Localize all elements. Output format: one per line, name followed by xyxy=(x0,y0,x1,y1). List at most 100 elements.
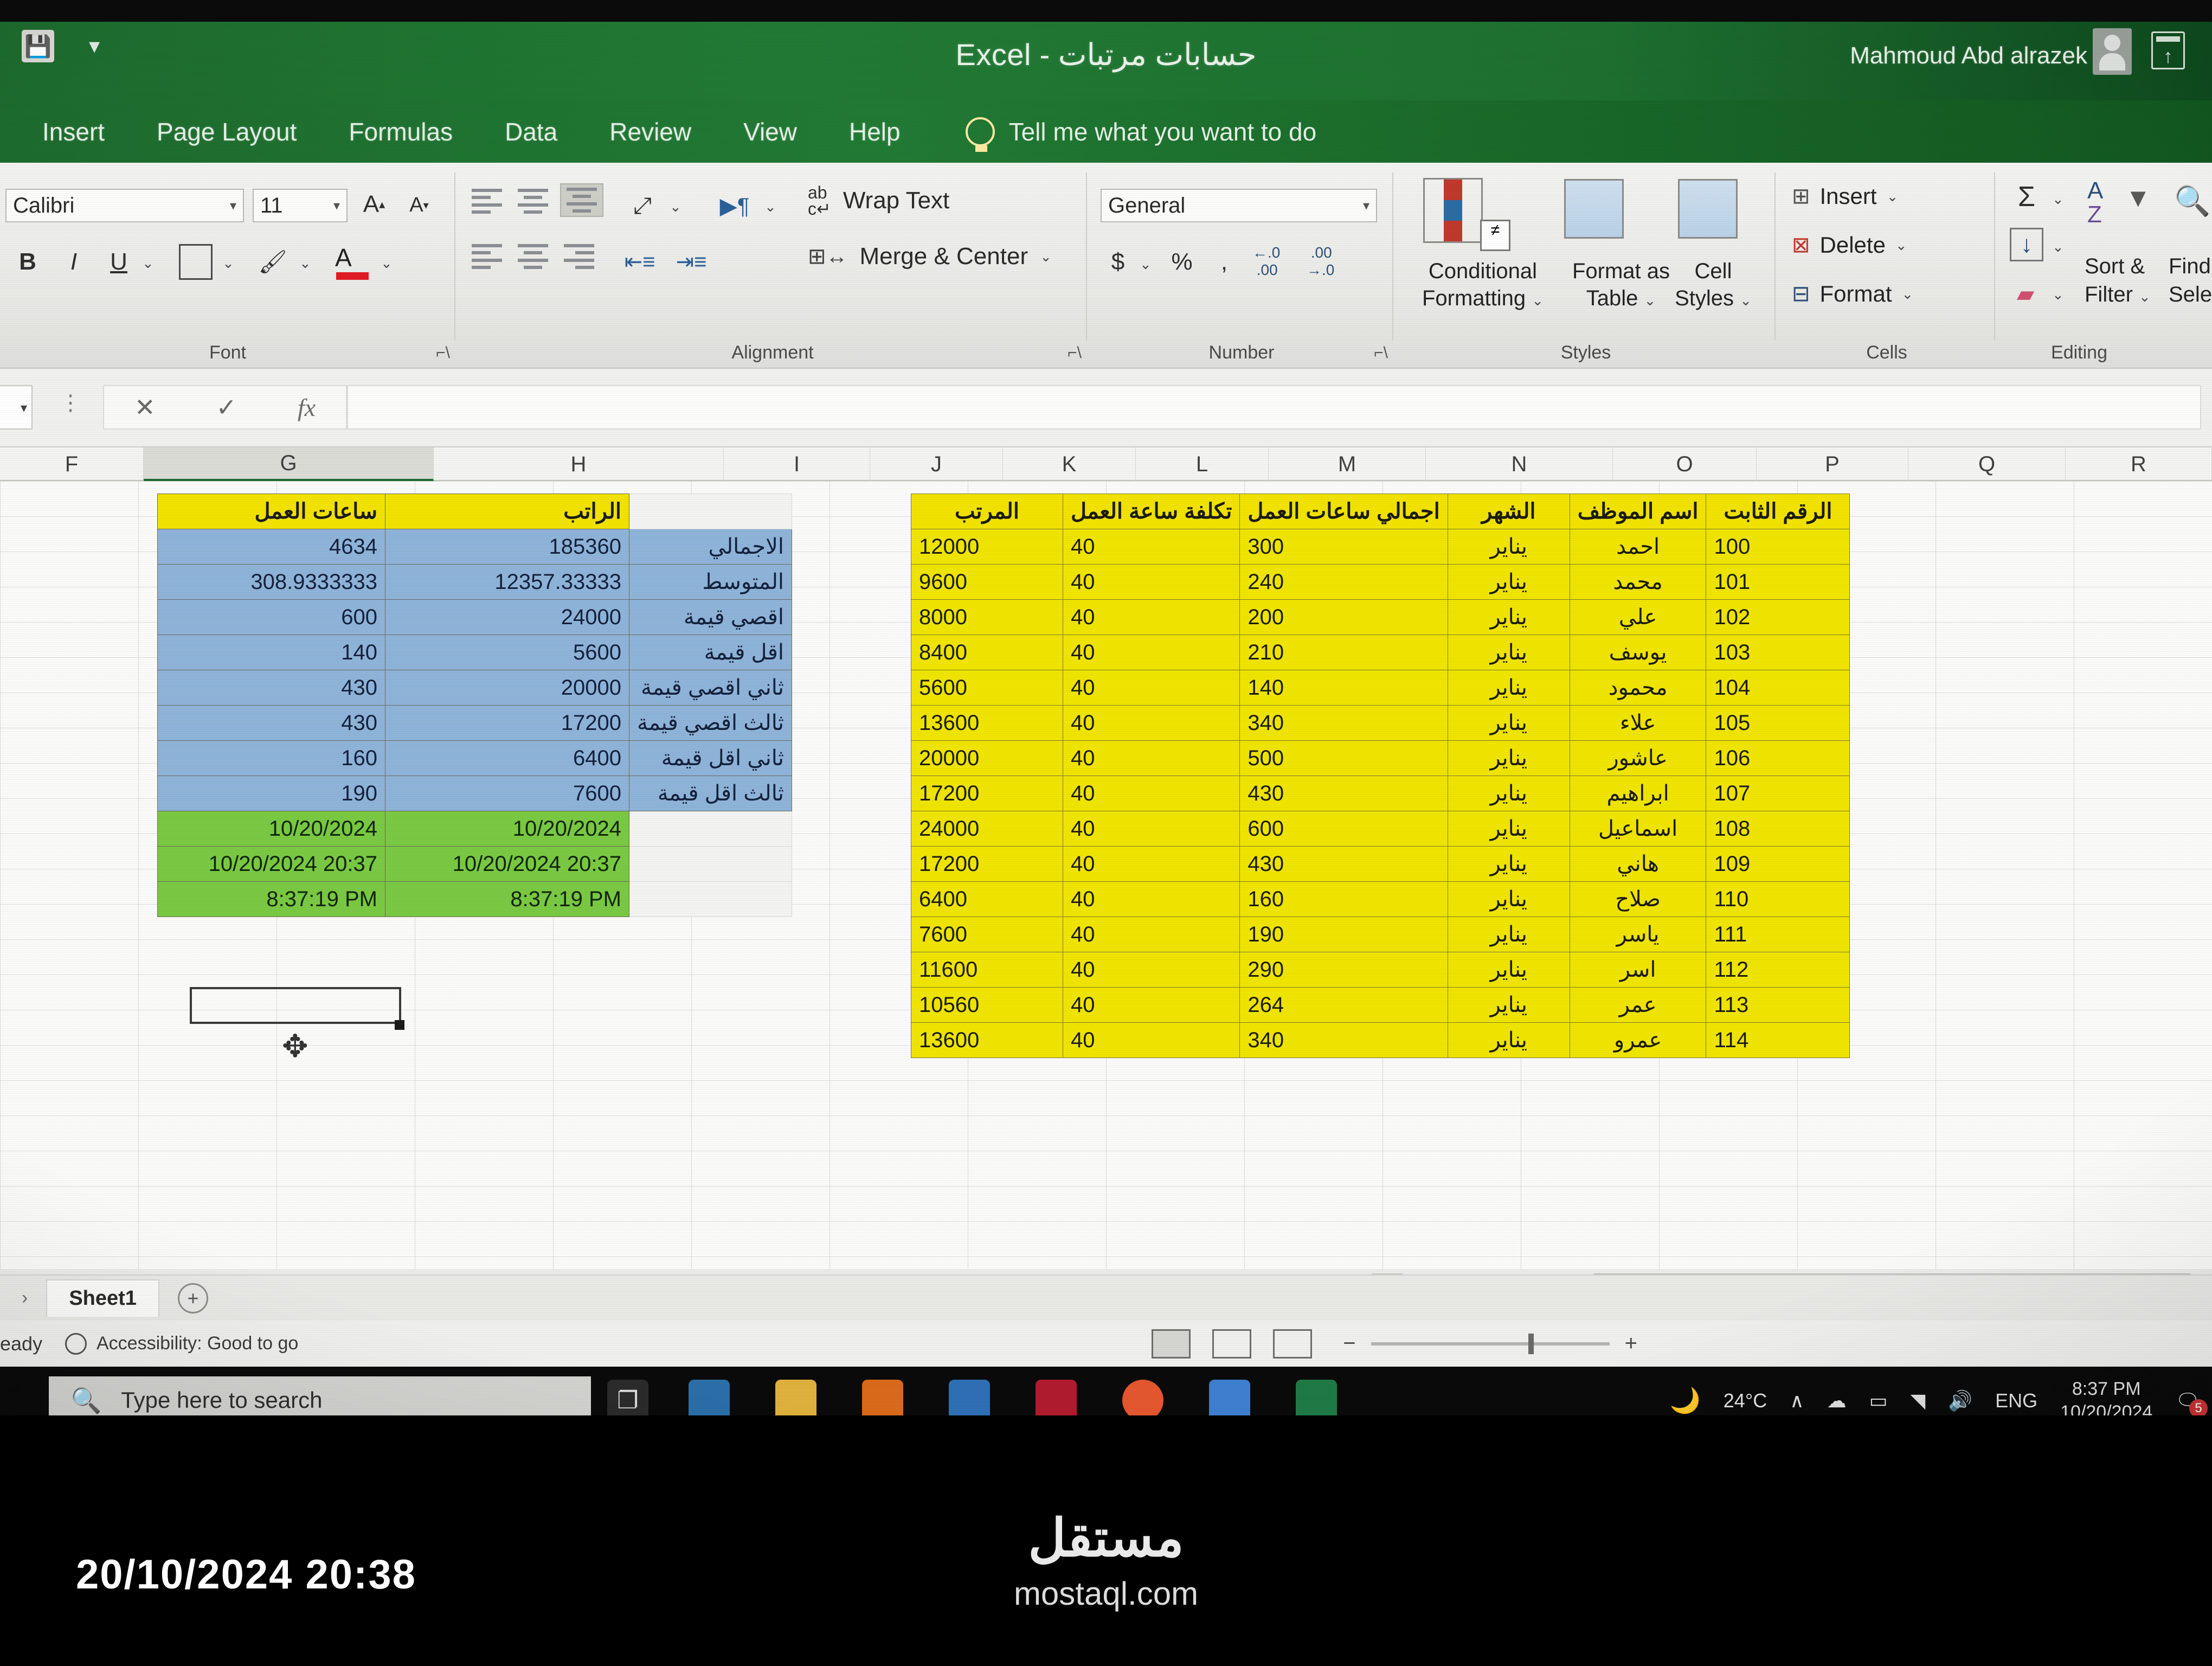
clear-chevron-down-icon[interactable]: ⌄ xyxy=(2052,286,2064,303)
summary-row[interactable]: 190 7600 ثالث اقل قيمة xyxy=(157,776,793,811)
payroll-cell-3[interactable]: 430 xyxy=(1239,846,1448,882)
decrease-indent-icon[interactable]: ⇤≡ xyxy=(621,244,659,280)
column-header-H[interactable]: H xyxy=(434,447,724,481)
table-row[interactable]: 103 يوسف يناير 210 40 8400 xyxy=(911,635,1850,670)
summary-header-hours[interactable]: ساعات العمل xyxy=(157,494,385,529)
decrease-decimal-icon[interactable]: .00 →.0 xyxy=(1307,244,1334,279)
normal-view-icon[interactable] xyxy=(1152,1329,1191,1359)
table-row[interactable]: 104 محمود يناير 140 40 5600 xyxy=(911,670,1850,706)
tab-view[interactable]: View xyxy=(717,117,823,146)
summary-cell-label[interactable]: ثاني اقل قيمة xyxy=(628,740,793,776)
number-dialog-launcher-icon[interactable]: ⌐\ xyxy=(1374,344,1388,362)
payroll-header-5[interactable]: المرتب xyxy=(911,494,1063,529)
summary-cell-hours[interactable]: 8:37:19 PM xyxy=(157,881,385,917)
payroll-cell-0[interactable]: 101 xyxy=(1706,564,1850,600)
avatar[interactable] xyxy=(2093,28,2132,75)
summary-cell-label[interactable]: اقصي قيمة xyxy=(628,599,793,635)
accessibility-status[interactable]: Accessibility: Good to go xyxy=(65,1332,298,1355)
summary-cell-salary[interactable]: 20000 xyxy=(385,670,629,706)
summary-cell-label[interactable] xyxy=(628,811,793,847)
borders-chevron-down-icon[interactable]: ⌄ xyxy=(222,255,234,272)
column-header-G[interactable]: G xyxy=(144,447,434,481)
page-layout-view-icon[interactable] xyxy=(1212,1329,1251,1359)
payroll-cell-1[interactable]: علي xyxy=(1569,599,1707,635)
merge-chevron-down-icon[interactable]: ⌄ xyxy=(1040,248,1052,265)
align-left-icon[interactable] xyxy=(472,244,502,269)
table-row[interactable]: 107 ابراهيم يناير 430 40 17200 xyxy=(911,776,1850,811)
payroll-cell-1[interactable]: عمرو xyxy=(1569,1022,1707,1058)
payroll-cell-5[interactable]: 12000 xyxy=(911,529,1063,565)
payroll-cell-2[interactable]: يناير xyxy=(1447,599,1570,635)
enter-formula-icon[interactable]: ✓ xyxy=(216,393,237,422)
tell-me-search[interactable]: Tell me what you want to do xyxy=(965,117,1316,152)
summary-row[interactable]: 8:37:19 PM 8:37:19 PM xyxy=(157,881,793,917)
payroll-cell-3[interactable]: 240 xyxy=(1239,564,1448,600)
payroll-cell-4[interactable]: 40 xyxy=(1062,670,1240,706)
summary-cell-label[interactable]: الاجمالي xyxy=(628,529,793,565)
summary-cell-hours[interactable]: 430 xyxy=(157,705,385,741)
autosum-icon[interactable]: Σ xyxy=(2009,180,2044,214)
sheet-nav-next-icon[interactable]: › xyxy=(22,1287,28,1309)
text-orientation-icon[interactable]: ⤢ xyxy=(623,188,661,223)
payroll-cell-2[interactable]: يناير xyxy=(1447,776,1570,811)
align-bottom-icon[interactable] xyxy=(560,183,603,217)
payroll-cell-1[interactable]: ياسر xyxy=(1569,917,1707,952)
payroll-cell-1[interactable]: صلاح xyxy=(1569,881,1707,917)
delete-chevron-down-icon[interactable]: ⌄ xyxy=(1895,237,1907,254)
payroll-header-2[interactable]: الشهر xyxy=(1447,494,1570,529)
sheet-tab-sheet1[interactable]: Sheet1 xyxy=(46,1279,159,1317)
currency-chevron-down-icon[interactable]: ⌄ xyxy=(1140,256,1152,273)
file-explorer-icon[interactable] xyxy=(775,1380,816,1415)
payroll-cell-1[interactable]: عمر xyxy=(1569,987,1707,1023)
summary-cell-salary[interactable]: 5600 xyxy=(385,635,629,670)
payroll-cell-4[interactable]: 40 xyxy=(1062,952,1240,988)
payroll-cell-1[interactable]: اسر xyxy=(1569,952,1707,988)
table-row[interactable]: 105 علاء يناير 340 40 13600 xyxy=(911,705,1850,741)
summary-cell-label[interactable]: ثالث اقل قيمة xyxy=(628,776,793,811)
fill-color-chevron-down-icon[interactable]: ⌄ xyxy=(299,255,311,272)
payroll-cell-0[interactable]: 105 xyxy=(1706,705,1850,741)
table-row[interactable]: 113 عمر يناير 264 40 10560 xyxy=(911,987,1850,1023)
summary-row[interactable]: 430 20000 ثاني اقصي قيمة xyxy=(157,670,793,706)
formula-input[interactable] xyxy=(347,385,2201,430)
summary-row[interactable]: 160 6400 ثاني اقل قيمة xyxy=(157,740,793,776)
summary-cell-hours[interactable]: 4634 xyxy=(157,529,385,565)
table-row[interactable]: 102 علي يناير 200 40 8000 xyxy=(911,599,1850,635)
summary-cell-label[interactable]: اقل قيمة xyxy=(628,635,793,670)
payroll-cell-0[interactable]: 104 xyxy=(1706,670,1850,706)
payroll-cell-2[interactable]: يناير xyxy=(1447,670,1570,706)
payroll-cell-5[interactable]: 13600 xyxy=(911,1022,1063,1058)
payroll-cell-0[interactable]: 109 xyxy=(1706,846,1850,882)
payroll-cell-1[interactable]: ابراهيم xyxy=(1569,776,1707,811)
summary-cell-label[interactable]: المتوسط xyxy=(628,564,793,600)
page-break-preview-icon[interactable] xyxy=(1273,1329,1312,1359)
firefox-icon[interactable] xyxy=(1122,1380,1163,1415)
payroll-cell-5[interactable]: 7600 xyxy=(911,917,1063,952)
summary-cell-salary[interactable]: 8:37:19 PM xyxy=(385,881,629,917)
percent-style-icon[interactable]: % xyxy=(1166,244,1198,280)
tab-insert[interactable]: Insert xyxy=(16,117,131,146)
windows-taskbar[interactable]: 🔍 Type here to search ❐ 🌙 24°C ∧ ☁ ▭ ◥ 🔊… xyxy=(0,1367,2212,1415)
clear-eraser-icon[interactable]: ▰ xyxy=(2008,278,2043,309)
summary-header-label-blank[interactable] xyxy=(628,494,793,529)
summary-cell-salary[interactable]: 185360 xyxy=(385,529,629,565)
payroll-cell-2[interactable]: يناير xyxy=(1447,811,1570,847)
payroll-cell-2[interactable]: يناير xyxy=(1447,635,1570,670)
payroll-cell-3[interactable]: 264 xyxy=(1239,987,1448,1023)
rtl-chevron-down-icon[interactable]: ⌄ xyxy=(764,198,776,215)
system-tray[interactable]: 🌙 24°C ∧ ☁ ▭ ◥ 🔊 ENG 8:37 PM 10/20/2024 … xyxy=(1670,1367,2208,1415)
format-cells-button[interactable]: ⊟ Format ⌄ xyxy=(1792,281,1913,307)
payroll-cell-5[interactable]: 24000 xyxy=(911,811,1063,847)
payroll-cell-1[interactable]: يوسف xyxy=(1569,635,1707,670)
insert-cells-button[interactable]: ⊞ Insert ⌄ xyxy=(1792,183,1898,209)
payroll-cell-5[interactable]: 8000 xyxy=(911,599,1063,635)
payroll-cell-4[interactable]: 40 xyxy=(1062,635,1240,670)
payroll-cell-5[interactable]: 17200 xyxy=(911,846,1063,882)
summary-cell-salary[interactable]: 10/20/2024 xyxy=(385,811,629,847)
payroll-cell-2[interactable]: يناير xyxy=(1447,917,1570,952)
column-header-P[interactable]: P xyxy=(1757,447,1908,481)
summary-cell-salary[interactable]: 6400 xyxy=(385,740,629,776)
payroll-cell-3[interactable]: 340 xyxy=(1239,705,1448,741)
payroll-cell-3[interactable]: 290 xyxy=(1239,952,1448,988)
fill-color-icon[interactable]: 🖌 xyxy=(256,244,290,280)
